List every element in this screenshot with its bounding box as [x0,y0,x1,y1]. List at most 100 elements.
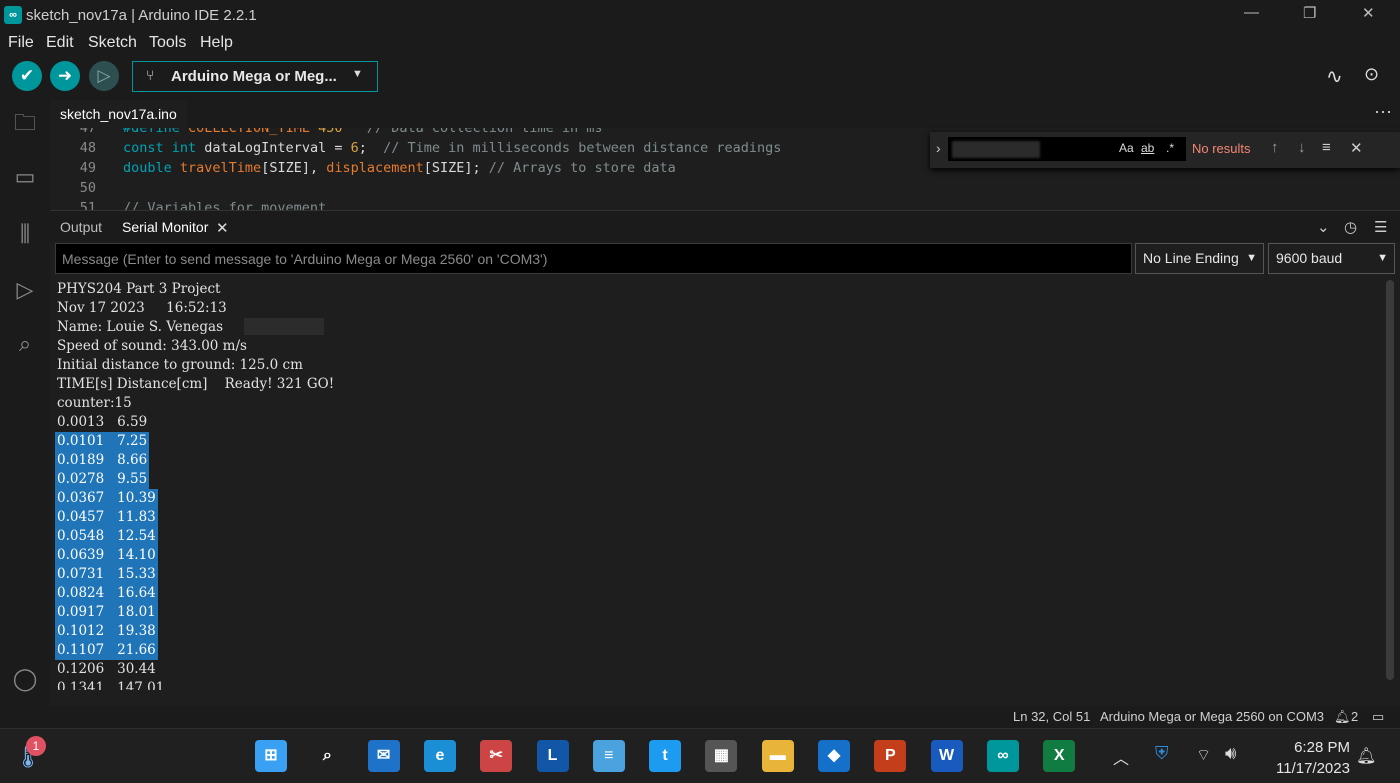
sketchbook-folder-icon[interactable]: 🗀 [11,109,39,137]
library-manager-icon[interactable]: ⫼ [11,220,39,248]
weather-badge: 1 [26,736,46,756]
timestamp-toggle-icon[interactable]: ◷ [1344,218,1357,236]
code-text: const int dataLogInterval = 6; // Time i… [123,140,781,156]
redacted-name-text [244,318,324,335]
menu-file[interactable]: File [8,34,34,52]
notification-count: 2 [1351,709,1359,724]
code-token: #define [123,128,189,136]
code-token: 6 [350,140,359,156]
taskbar-defender-icon[interactable]: ◆ [818,740,850,772]
account-icon[interactable]: ◯ [11,665,39,693]
file-tab[interactable]: sketch_nov17a.ino [50,100,187,128]
baud-rate-select[interactable]: 9600 baud ▼ [1268,243,1395,274]
debug-sidebar-icon[interactable]: ▷ [11,276,39,304]
code-token: [SIZE], [261,160,327,176]
taskbar-mail-icon[interactable]: ✉ [367,740,400,772]
tab-output[interactable]: Output [60,219,102,235]
line-ending-value: No Line Ending [1143,250,1239,266]
menu-edit[interactable]: Edit [46,34,74,52]
chevron-down-icon: ▼ [1377,252,1388,264]
board-status[interactable]: Arduino Mega or Mega 2560 on COM3 [1100,709,1324,724]
notification-center-icon[interactable]: 🔔︎ [1356,746,1376,766]
close-window-button[interactable]: ✕ [1362,4,1375,22]
taskbar-snipping-tool-icon[interactable]: ✂ [480,740,513,772]
serial-monitor-icon[interactable]: ⊙ [1364,64,1379,85]
regex-toggle[interactable]: .* [1166,141,1174,155]
taskbar-word-icon[interactable]: W [930,740,963,772]
clear-output-icon[interactable]: ☰ [1374,218,1387,236]
menu-tools[interactable]: Tools [149,34,186,52]
serial-line: 0.0189 8.66 [55,451,150,470]
tab-serial-monitor[interactable]: Serial Monitor [122,219,208,235]
chevron-right-icon[interactable]: › [936,140,941,156]
search-icon[interactable]: ⌕ [11,330,39,358]
boards-manager-icon[interactable]: ▭ [11,163,39,191]
taskbar [0,728,1400,783]
arrow-down-icon[interactable]: ↓ [1298,139,1306,156]
menu-help[interactable]: Help [200,34,233,52]
verify-button[interactable]: ✔ [12,61,42,91]
taskbar-calculator-icon[interactable]: ▦ [705,740,738,772]
sidebar [0,98,50,728]
taskbar-file-explorer-icon[interactable]: ▬ [761,740,794,772]
close-find-icon[interactable]: ✕ [1350,139,1363,157]
code-text: #define COLLECTION_TIME 450 // Data coll… [123,128,603,136]
whole-word-toggle[interactable]: ab [1141,141,1154,155]
upload-button[interactable]: ➜ [50,61,80,91]
wifi-icon[interactable]: ⌔ [1196,745,1211,765]
chevron-up-icon[interactable]: ︿ [1113,745,1129,769]
serial-scrollbar[interactable] [1386,280,1394,680]
serial-line: 0.0278 9.55 [55,470,150,489]
taskbar-app-l-icon[interactable]: L [536,740,569,772]
line-number: 48 [79,140,96,156]
chevron-down-icon: ▼ [1246,252,1257,264]
volume-icon[interactable]: 🔊︎ [1225,743,1236,764]
serial-line: 0.1341 147.01 [57,680,165,690]
arduino-logo-icon: ∞ [4,6,22,24]
code-token: COLLECTION_TIME [188,128,319,136]
taskbar-search-icon[interactable]: ⌕ [311,740,344,772]
collapse-panel-icon[interactable]: ⌄ [1317,218,1330,236]
taskbar-notepad-icon[interactable]: ≡ [592,740,625,772]
more-icon[interactable]: ⋯ [1374,102,1392,123]
check-icon: ✔ [19,66,35,85]
code-token: // Data collection time in ms [350,128,603,136]
menu-sketch[interactable]: Sketch [88,34,137,52]
line-number: 47 [79,128,96,136]
serial-plotter-icon[interactable]: ∿ [1326,64,1343,89]
serial-line: 0.1012 19.38 [55,622,158,641]
serial-line: 0.0457 11.83 [55,508,158,527]
restore-button[interactable]: ❐ [1303,4,1316,22]
serial-line: 0.0731 15.33 [55,565,158,584]
minimize-button[interactable]: — [1244,4,1259,21]
match-case-toggle[interactable]: Aa [1119,141,1134,155]
debug-button[interactable]: ▷ [89,61,119,91]
serial-line: 0.1206 30.44 [57,661,156,677]
usb-icon: ⑂ [146,67,155,83]
taskbar-powerpoint-icon[interactable]: P [874,740,907,772]
taskbar-edge-icon[interactable]: e [423,740,456,772]
close-icon[interactable]: ✕ [216,219,229,237]
security-shield-icon[interactable]: ⛨ [1155,743,1169,764]
code-token: double [123,160,180,176]
taskbar-arduino-icon[interactable]: ∞ [986,740,1019,772]
clock[interactable]: 6:28 PM 11/17/2023 [1276,737,1350,779]
taskbar-twitter-icon[interactable]: t [649,740,682,772]
line-ending-select[interactable]: No Line Ending ▼ [1135,243,1264,274]
notification-bell-icon[interactable]: 🔔︎ [1334,709,1351,725]
window-title: sketch_nov17a | Arduino IDE 2.2.1 [26,7,257,24]
serial-line: Name: Louie S. Venegas [57,319,224,335]
code-token: displacement [326,160,424,176]
cursor-position[interactable]: Ln 32, Col 51 [1013,709,1090,724]
serial-output[interactable]: PHYS204 Part 3 Project Nov 17 2023 16:52:… [55,280,1385,690]
serial-line: counter:15 [57,395,132,411]
taskbar-excel-icon[interactable]: X [1043,740,1076,772]
code-token: travelTime [179,160,262,176]
code-token: dataLogInterval = [204,140,351,156]
arrow-up-icon[interactable]: ↑ [1271,139,1279,156]
toggle-panel-icon[interactable]: ▭ [1372,709,1384,725]
line-number: 49 [79,160,96,176]
board-selector[interactable]: Arduino Mega or Meg... [132,61,378,92]
taskbar-start-icon[interactable]: ⊞ [255,740,287,772]
find-in-selection-icon[interactable]: ≡ [1322,139,1331,156]
